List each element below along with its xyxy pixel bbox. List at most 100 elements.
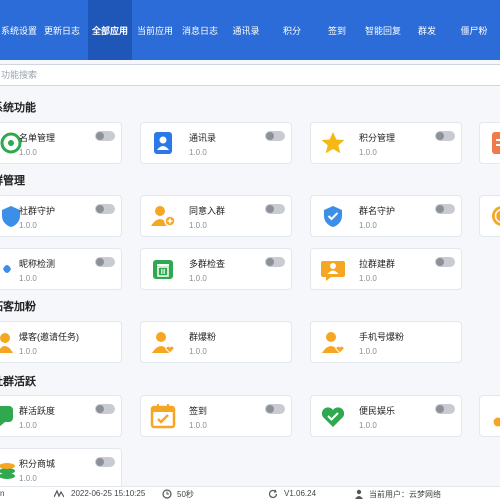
app-version: 1.0.0 [189, 274, 207, 283]
app-card-partial-3[interactable] [479, 395, 500, 437]
app-version: 1.0.0 [19, 148, 37, 157]
app-card-pull-build-group[interactable]: 拉群建群 1.0.0 [310, 248, 462, 290]
app-name: 昵称检测 [19, 259, 56, 269]
app-card-invite-task[interactable]: 爆客(邀请任务) 1.0.0 [0, 321, 122, 363]
section-title-system: 系统功能 [0, 102, 36, 114]
tab-contacts[interactable]: 通讯录 [226, 0, 266, 60]
app-name: 积分商城 [19, 459, 56, 469]
tab-checkin[interactable]: 签到 [320, 0, 354, 60]
app-card-community-guard[interactable]: 社群守护 1.0.0 [0, 195, 122, 237]
app-toggle[interactable] [435, 204, 455, 214]
app-name: 同意入群 [189, 206, 226, 216]
tab-message-log[interactable]: 消息日志 [178, 0, 222, 60]
status-datetime: 2022-06-25 15:10:25 [71, 489, 146, 498]
app-card-nickname-check[interactable]: 昵称检测 1.0.0 [0, 248, 122, 290]
search-input[interactable] [0, 65, 500, 85]
section-title-group-mgmt: 群管理 [0, 175, 25, 187]
app-name: 拉群建群 [359, 259, 396, 269]
app-version: 1.0.0 [189, 221, 207, 230]
tab-current-app[interactable]: 当前应用 [133, 0, 177, 60]
app-card-phone-burst[interactable]: 手机号爆粉 1.0.0 [310, 321, 462, 363]
app-name: 群名守护 [359, 206, 396, 216]
app-version: 1.0.0 [19, 221, 37, 230]
app-name: 名单管理 [19, 133, 56, 143]
app-toggle[interactable] [95, 131, 115, 141]
app-version: 1.0.0 [189, 148, 207, 157]
app-version: 1.0.0 [359, 347, 377, 356]
app-toggle[interactable] [265, 204, 285, 214]
app-toggle[interactable] [435, 131, 455, 141]
tab-points[interactable]: 积分 [275, 0, 309, 60]
tab-auto-reply[interactable]: 智能回复 [362, 0, 404, 60]
section-title-fan-growth: 拓客加粉 [0, 301, 36, 313]
trash-icon [149, 255, 177, 283]
app-version: 1.0.0 [19, 421, 37, 430]
app-toggle[interactable] [95, 404, 115, 414]
app-name: 多群检查 [189, 259, 226, 269]
status-left-text: n [0, 489, 5, 498]
tab-all-apps[interactable]: 全部应用 [88, 0, 132, 60]
app-name: 手机号爆粉 [359, 332, 405, 342]
app-name: 群活跃度 [19, 406, 56, 416]
user-heart-icon [149, 328, 177, 356]
user-heart-icon [319, 328, 347, 356]
shield-check-icon [319, 202, 347, 230]
app-name: 签到 [189, 406, 208, 416]
star-icon [319, 129, 347, 157]
app-card-group-name-guard[interactable]: 群名守护 1.0.0 [310, 195, 462, 237]
section-title-community-active: 社群活跃 [0, 376, 36, 388]
app-card-group-activity[interactable]: 群活跃度 1.0.0 [0, 395, 122, 437]
calendar-check-icon [149, 402, 177, 430]
app-card-checkin[interactable]: 签到 1.0.0 [140, 395, 292, 437]
app-version: 1.0.0 [359, 274, 377, 283]
status-version: V1.06.24 [284, 489, 317, 498]
music-icon [488, 402, 500, 430]
app-version: 1.0.0 [359, 221, 377, 230]
group-icon [319, 255, 347, 283]
app-version: 1.0.0 [19, 474, 37, 483]
app-toggle[interactable] [435, 257, 455, 267]
timer-icon [162, 489, 172, 499]
tab-system-settings[interactable]: 系统设置 [0, 0, 38, 60]
app-toggle[interactable] [95, 204, 115, 214]
app-card-multi-group-check[interactable]: 多群检查 1.0.0 [140, 248, 292, 290]
app-card-points-mgmt[interactable]: 积分管理 1.0.0 [310, 122, 462, 164]
user-add-icon [149, 202, 177, 230]
app-toggle[interactable] [265, 257, 285, 267]
app-toggle[interactable] [95, 257, 115, 267]
activity-icon [53, 489, 65, 499]
app-name: 便民娱乐 [359, 406, 396, 416]
app-version: 1.0.0 [189, 421, 207, 430]
top-nav: 系统设置 更新日志 全部应用 当前应用 消息日志 通讯录 积分 签到 智能回复 … [0, 0, 500, 60]
app-card-entertainment[interactable]: 便民娱乐 1.0.0 [310, 395, 462, 437]
app-card-group-burst[interactable]: 群爆粉 1.0.0 [140, 321, 292, 363]
app-toggle[interactable] [435, 404, 455, 414]
app-name: 社群守护 [19, 206, 56, 216]
app-card-approve-join[interactable]: 同意入群 1.0.0 [140, 195, 292, 237]
status-interval: 50秒 [177, 490, 194, 499]
app-card-contacts[interactable]: 通讯录 1.0.0 [140, 122, 292, 164]
app-toggle[interactable] [265, 131, 285, 141]
note-icon [488, 129, 500, 157]
tab-broadcast[interactable]: 群发 [412, 0, 442, 60]
app-version: 1.0.0 [19, 347, 37, 356]
app-toggle[interactable] [95, 457, 115, 467]
app-toggle[interactable] [265, 404, 285, 414]
app-version: 1.0.0 [359, 421, 377, 430]
coin-icon [488, 202, 500, 230]
app-card-list-mgmt[interactable]: 名单管理 1.0.0 [0, 122, 122, 164]
tab-changelog[interactable]: 更新日志 [40, 0, 84, 60]
refresh-icon [268, 489, 278, 499]
app-version: 1.0.0 [19, 274, 37, 283]
app-card-partial-2[interactable] [479, 195, 500, 237]
tab-zombie-fans[interactable]: 僵尸粉 [452, 0, 496, 60]
status-bar: n 2022-06-25 15:10:25 50秒 V1.06.24 当前用户：… [0, 486, 500, 500]
search-box[interactable] [0, 64, 500, 86]
user-icon [354, 489, 364, 499]
status-current-user: 当前用户：云梦网络 [369, 490, 441, 499]
app-name: 群爆粉 [189, 332, 217, 342]
contacts-icon [149, 129, 177, 157]
app-name: 爆客(邀请任务) [19, 332, 79, 342]
app-card-points-mall[interactable]: 积分商城 1.0.0 [0, 448, 122, 490]
app-card-partial-1[interactable] [479, 122, 500, 164]
